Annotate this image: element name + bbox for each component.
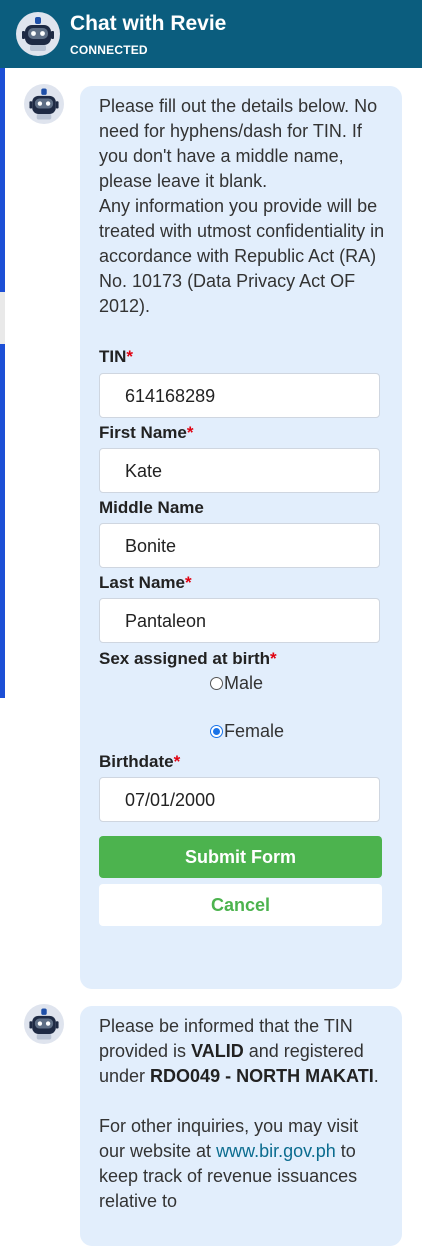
middle-name-input[interactable]: Bonite [99, 523, 380, 568]
chat-title: Chat with Revie [70, 12, 227, 35]
required-mark: * [126, 347, 134, 366]
required-mark: * [184, 573, 192, 592]
required-mark: * [270, 649, 277, 668]
bot-avatar-icon [24, 84, 64, 124]
last-name-input[interactable]: Pantaleon [99, 598, 380, 643]
form-message-bubble: Please fill out the details below. No ne… [80, 86, 402, 989]
rdo-name: RDO049 - NORTH MAKATI [150, 1066, 374, 1086]
sex-label: Sex assigned at birth* [99, 649, 277, 668]
required-mark: * [173, 752, 181, 771]
valid-status: VALID [191, 1041, 244, 1061]
last-name-label: Last Name* [99, 573, 192, 592]
male-radio-label: Male [224, 673, 264, 693]
chat-header: Chat with Revie CONNECTED [0, 0, 422, 68]
birthdate-label: Birthdate* [99, 752, 181, 771]
page-left-edge [0, 68, 5, 698]
female-radio-label: Female [224, 721, 285, 741]
first-name-label: First Name* [99, 423, 194, 442]
tin-label: TIN* [99, 347, 134, 366]
sex-option-male[interactable]: Male [210, 673, 263, 694]
cancel-button[interactable]: Cancel [99, 884, 382, 926]
bot-avatar-icon [24, 1004, 64, 1044]
tin-validation-message-bubble: Please be informed that the TIN provided… [80, 1006, 402, 1246]
birthdate-input[interactable]: 07/01/2000 [99, 777, 380, 822]
form-instructions: Please fill out the details below. No ne… [99, 96, 385, 316]
male-radio[interactable] [210, 677, 223, 690]
submit-form-button[interactable]: Submit Form [99, 836, 382, 878]
first-name-input[interactable]: Kate [99, 448, 380, 493]
page-left-edge-gap [0, 292, 5, 344]
sex-option-female[interactable]: Female [210, 721, 284, 742]
connection-status: CONNECTED [70, 43, 148, 57]
tin-validation-text: Please be informed that the TIN provided… [99, 1016, 379, 1211]
bir-website-link[interactable]: www.bir.gov.ph [216, 1141, 336, 1161]
female-radio[interactable] [210, 725, 223, 738]
bot-avatar-icon [16, 12, 60, 56]
middle-name-label: Middle Name [99, 498, 204, 517]
required-mark: * [186, 423, 194, 442]
tin-input[interactable]: 614168289 [99, 373, 380, 418]
